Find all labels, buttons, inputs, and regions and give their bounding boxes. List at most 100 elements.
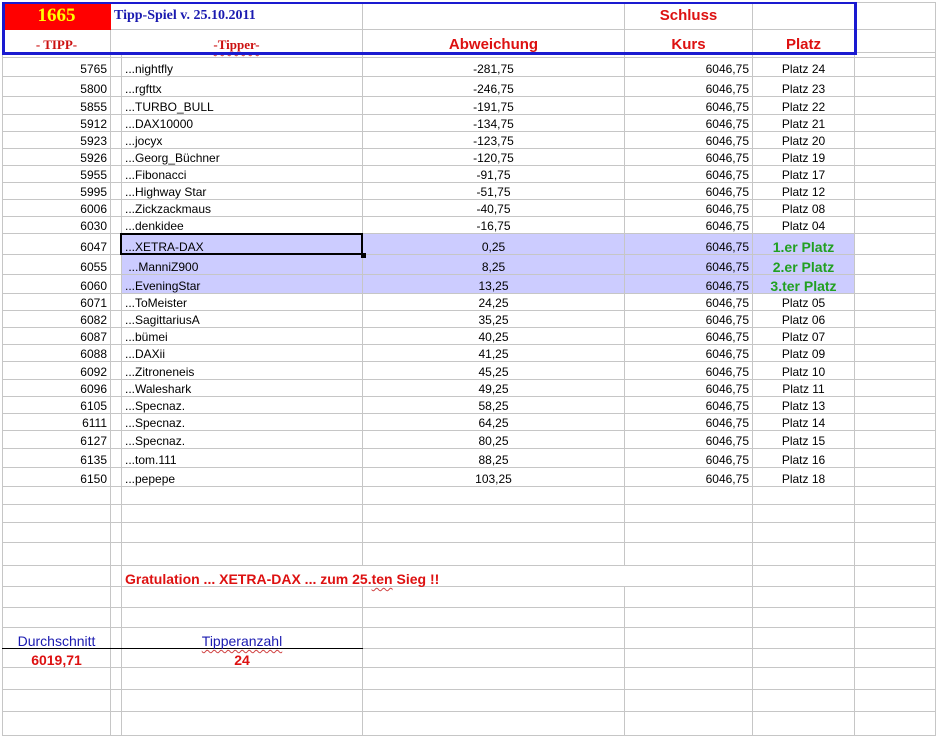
empty-cell[interactable]	[362, 627, 625, 649]
empty-cell[interactable]	[110, 607, 122, 628]
empty-cell[interactable]	[110, 627, 122, 649]
platz-cell[interactable]: Platz 12	[752, 182, 855, 200]
tipp-cell[interactable]: 5800	[2, 76, 111, 97]
empty-cell[interactable]	[110, 667, 122, 690]
empty-cell[interactable]	[110, 310, 122, 328]
empty-cell[interactable]	[854, 448, 936, 468]
empty-cell[interactable]	[854, 131, 936, 149]
empty-cell[interactable]	[854, 96, 936, 115]
empty-cell[interactable]	[624, 486, 753, 505]
tipp-cell[interactable]: 5765	[2, 57, 111, 77]
empty-cell[interactable]	[121, 607, 363, 628]
empty-cell[interactable]	[110, 648, 122, 668]
platz-cell[interactable]: Platz 24	[752, 57, 855, 77]
empty-cell[interactable]	[362, 542, 625, 566]
empty-cell[interactable]	[121, 667, 363, 690]
empty-cell[interactable]	[362, 522, 625, 543]
abweichung-cell[interactable]: -191,75	[362, 96, 625, 115]
gratulation-message[interactable]: Gratulation ... XETRA-DAX ... zum 25.ten…	[121, 565, 753, 587]
platz-cell[interactable]: Platz 05	[752, 293, 855, 311]
empty-cell[interactable]	[854, 327, 936, 345]
abweichung-cell[interactable]: -281,75	[362, 57, 625, 77]
empty-cell[interactable]	[362, 504, 625, 523]
empty-cell[interactable]	[854, 233, 936, 255]
empty-cell[interactable]	[854, 430, 936, 449]
tipper-cell[interactable]: ...Fibonacci	[121, 165, 363, 183]
empty-cell[interactable]	[2, 607, 111, 628]
empty-cell[interactable]	[624, 689, 753, 712]
tipp-cell[interactable]: 6087	[2, 327, 111, 345]
tipp-cell[interactable]: 6135	[2, 448, 111, 468]
abweichung-cell[interactable]: -51,75	[362, 182, 625, 200]
empty-cell[interactable]	[2, 565, 111, 587]
tipper-cell[interactable]: ...XETRA-DAX	[121, 233, 363, 255]
empty-cell[interactable]	[110, 430, 122, 449]
tipper-cell[interactable]: ...denkidee	[121, 216, 363, 234]
kurs-cell[interactable]: 6046,75	[624, 254, 753, 275]
platz-cell[interactable]: Platz 14	[752, 413, 855, 431]
platz-cell[interactable]: Platz 04	[752, 216, 855, 234]
platz-cell[interactable]: Platz 20	[752, 131, 855, 149]
empty-cell[interactable]	[854, 29, 936, 53]
platz-cell[interactable]: 2.er Platz	[752, 254, 855, 275]
empty-cell[interactable]	[2, 542, 111, 566]
empty-cell[interactable]	[624, 522, 753, 543]
kurs-cell[interactable]: 6046,75	[624, 448, 753, 468]
empty-cell[interactable]	[752, 648, 855, 668]
empty-cell[interactable]	[121, 542, 363, 566]
empty-cell[interactable]	[854, 627, 936, 649]
abweichung-cell[interactable]: 8,25	[362, 254, 625, 275]
empty-cell[interactable]	[752, 627, 855, 649]
empty-cell[interactable]	[121, 504, 363, 523]
empty-cell[interactable]	[110, 165, 122, 183]
empty-cell[interactable]	[362, 689, 625, 712]
empty-cell[interactable]	[624, 607, 753, 628]
empty-cell[interactable]	[110, 327, 122, 345]
kurs-cell[interactable]: 6046,75	[624, 76, 753, 97]
empty-cell[interactable]	[854, 486, 936, 505]
empty-cell[interactable]	[854, 254, 936, 275]
empty-cell[interactable]	[752, 565, 855, 587]
empty-cell[interactable]	[362, 711, 625, 736]
empty-cell[interactable]	[110, 396, 122, 414]
tipp-cell[interactable]: 6127	[2, 430, 111, 449]
empty-cell[interactable]	[752, 689, 855, 712]
kurs-cell[interactable]: 6046,75	[624, 310, 753, 328]
empty-cell[interactable]	[362, 667, 625, 690]
empty-cell[interactable]	[854, 76, 936, 97]
empty-cell[interactable]	[110, 486, 122, 505]
empty-cell[interactable]	[362, 586, 625, 608]
tipper-header[interactable]: -Tipper-	[110, 29, 363, 53]
empty-cell[interactable]	[362, 607, 625, 628]
kurs-cell[interactable]: 6046,75	[624, 165, 753, 183]
empty-cell[interactable]	[121, 586, 363, 608]
tipper-cell[interactable]: ...pepepe	[121, 467, 363, 487]
tipp-cell[interactable]: 6030	[2, 216, 111, 234]
empty-cell[interactable]	[2, 586, 111, 608]
tipper-cell[interactable]: ...Waleshark	[121, 379, 363, 397]
kurs-cell[interactable]: 6046,75	[624, 96, 753, 115]
abweichung-cell[interactable]: 103,25	[362, 467, 625, 487]
platz-cell[interactable]: Platz 17	[752, 165, 855, 183]
empty-cell[interactable]	[2, 522, 111, 543]
kurs-cell[interactable]: 6046,75	[624, 274, 753, 294]
abweichung-cell[interactable]: 24,25	[362, 293, 625, 311]
empty-cell[interactable]	[110, 57, 122, 77]
empty-cell[interactable]	[854, 361, 936, 380]
empty-cell[interactable]	[854, 57, 936, 77]
abweichung-cell[interactable]: -40,75	[362, 199, 625, 217]
empty-cell[interactable]	[110, 182, 122, 200]
title-cell[interactable]: Tipp-Spiel v. 25.10.2011	[110, 2, 363, 30]
tipper-cell[interactable]: ...rgfttx	[121, 76, 363, 97]
empty-cell[interactable]	[854, 542, 936, 566]
platz-cell[interactable]: Platz 07	[752, 327, 855, 345]
empty-cell[interactable]	[624, 542, 753, 566]
tipper-cell[interactable]: ...Zitroneneis	[121, 361, 363, 380]
tipper-cell[interactable]: ...ToMeister	[121, 293, 363, 311]
abweichung-cell[interactable]: 88,25	[362, 448, 625, 468]
kurs-cell[interactable]: 6046,75	[624, 233, 753, 255]
empty-cell[interactable]	[854, 114, 936, 132]
tipper-cell[interactable]: ...Highway Star	[121, 182, 363, 200]
empty-cell[interactable]	[854, 586, 936, 608]
empty-cell[interactable]	[854, 522, 936, 543]
